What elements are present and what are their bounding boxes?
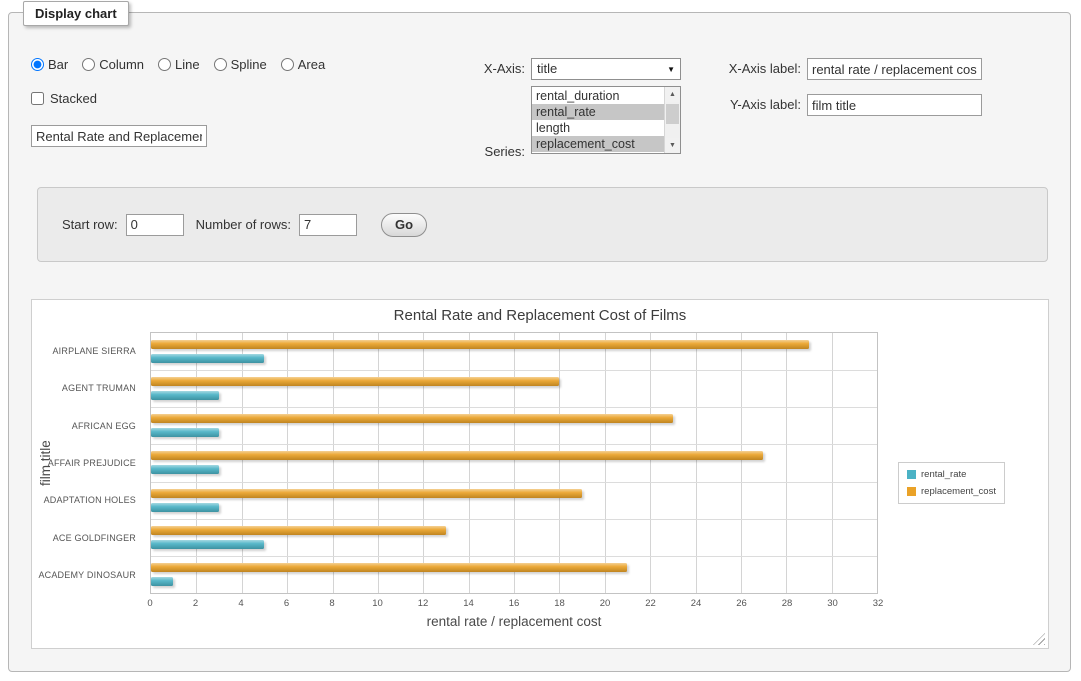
category-label: AFFAIR PREJUDICE bbox=[32, 444, 144, 481]
chart-type-option-column[interactable]: Column bbox=[82, 57, 144, 72]
chart-type-option-bar[interactable]: Bar bbox=[31, 57, 68, 72]
category-label: ACADEMY DINOSAUR bbox=[32, 557, 144, 594]
legend-swatch-icon bbox=[907, 470, 916, 479]
chart-type-radio-label: Area bbox=[298, 57, 325, 72]
category-label: ADAPTATION HOLES bbox=[32, 482, 144, 519]
bar-group bbox=[151, 407, 877, 444]
series-option-replacement_cost[interactable]: replacement_cost bbox=[532, 136, 664, 152]
x-axis-ticks: 02468101214161820222426283032 bbox=[150, 598, 878, 610]
rows-panel: Start row: Number of rows: Go bbox=[37, 187, 1048, 262]
bar-group bbox=[151, 556, 877, 593]
legend-label: replacement_cost bbox=[921, 486, 996, 497]
chart-type-radio-group: Bar Column Line Spline Area bbox=[31, 57, 325, 72]
x-tick-label: 18 bbox=[554, 598, 565, 609]
chart-title: Rental Rate and Replacement Cost of Film… bbox=[32, 307, 1048, 324]
x-tick-label: 2 bbox=[193, 598, 198, 609]
bar-replacement_cost bbox=[151, 340, 809, 349]
series-list-label: Series: bbox=[429, 141, 525, 163]
display-chart-panel: Display chart BarColumnLineSplineArea St… bbox=[8, 12, 1071, 672]
chart-type-radio-line[interactable] bbox=[158, 58, 171, 71]
plot-area bbox=[150, 332, 878, 594]
category-label: AGENT TRUMAN bbox=[32, 369, 144, 406]
bar-replacement_cost bbox=[151, 451, 763, 460]
stacked-checkbox[interactable] bbox=[31, 92, 44, 105]
number-of-rows-label: Number of rows: bbox=[196, 217, 291, 232]
chart-type-radio-label: Spline bbox=[231, 57, 267, 72]
legend-swatch-icon bbox=[907, 487, 916, 496]
bar-rental_rate bbox=[151, 540, 264, 549]
bar-rental_rate bbox=[151, 503, 219, 512]
chart-type-radio-label: Column bbox=[99, 57, 144, 72]
chart-type-radio-spline[interactable] bbox=[214, 58, 227, 71]
y-axis-label-label: Y-Axis label: bbox=[645, 94, 801, 116]
bar-rental_rate bbox=[151, 577, 173, 586]
stacked-option[interactable]: Stacked bbox=[31, 91, 97, 106]
chart-type-radio-bar[interactable] bbox=[31, 58, 44, 71]
bar-rental_rate bbox=[151, 354, 264, 363]
category-label: ACE GOLDFINGER bbox=[32, 519, 144, 556]
bar-rental_rate bbox=[151, 465, 219, 474]
bar-group bbox=[151, 333, 877, 370]
category-axis-labels: AIRPLANE SIERRAAGENT TRUMANAFRICAN EGGAF… bbox=[32, 332, 144, 594]
x-tick-label: 10 bbox=[372, 598, 383, 609]
start-row-label: Start row: bbox=[62, 217, 118, 232]
panel-title: Display chart bbox=[23, 1, 129, 26]
bar-replacement_cost bbox=[151, 489, 582, 498]
chart-type-radio-label: Line bbox=[175, 57, 200, 72]
chart-title-input[interactable] bbox=[31, 125, 207, 147]
stacked-label: Stacked bbox=[50, 91, 97, 106]
x-tick-label: 4 bbox=[238, 598, 243, 609]
x-tick-label: 14 bbox=[463, 598, 474, 609]
x-tick-label: 16 bbox=[509, 598, 520, 609]
scroll-down-icon[interactable]: ▼ bbox=[665, 138, 680, 153]
legend-item-rental_rate: rental_rate bbox=[907, 469, 996, 480]
x-tick-label: 32 bbox=[873, 598, 884, 609]
bar-replacement_cost bbox=[151, 414, 673, 423]
chart-type-option-area[interactable]: Area bbox=[281, 57, 325, 72]
bar-replacement_cost bbox=[151, 377, 559, 386]
chart-type-radio-column[interactable] bbox=[82, 58, 95, 71]
x-tick-label: 12 bbox=[418, 598, 429, 609]
bar-rental_rate bbox=[151, 428, 219, 437]
chart-type-radio-area[interactable] bbox=[281, 58, 294, 71]
x-tick-label: 24 bbox=[691, 598, 702, 609]
legend-label: rental_rate bbox=[921, 469, 966, 480]
chart-type-radio-label: Bar bbox=[48, 57, 68, 72]
x-tick-label: 20 bbox=[600, 598, 611, 609]
x-tick-label: 28 bbox=[782, 598, 793, 609]
x-axis-select-label: X-Axis: bbox=[429, 58, 525, 80]
x-axis-label-input[interactable] bbox=[807, 58, 982, 80]
x-tick-label: 26 bbox=[736, 598, 747, 609]
x-axis-label-label: X-Axis label: bbox=[645, 58, 801, 80]
chart-type-option-spline[interactable]: Spline bbox=[214, 57, 267, 72]
start-row-input[interactable] bbox=[126, 214, 184, 236]
bar-rental_rate bbox=[151, 391, 219, 400]
bar-group bbox=[151, 482, 877, 519]
series-option-length[interactable]: length bbox=[532, 120, 664, 136]
go-button[interactable]: Go bbox=[381, 213, 427, 237]
x-axis-title: rental rate / replacement cost bbox=[150, 614, 878, 629]
bar-replacement_cost bbox=[151, 563, 627, 572]
chart-type-option-line[interactable]: Line bbox=[158, 57, 200, 72]
x-tick-label: 30 bbox=[827, 598, 838, 609]
number-of-rows-input[interactable] bbox=[299, 214, 357, 236]
bar-group bbox=[151, 519, 877, 556]
category-label: AIRPLANE SIERRA bbox=[32, 332, 144, 369]
bar-group bbox=[151, 370, 877, 407]
y-axis-label-input[interactable] bbox=[807, 94, 982, 116]
x-tick-label: 6 bbox=[284, 598, 289, 609]
resize-handle-icon[interactable] bbox=[1033, 633, 1045, 645]
bar-group bbox=[151, 444, 877, 481]
bar-replacement_cost bbox=[151, 526, 446, 535]
x-tick-label: 0 bbox=[147, 598, 152, 609]
category-label: AFRICAN EGG bbox=[32, 407, 144, 444]
x-axis-selected-value: title bbox=[537, 61, 557, 76]
chart-legend: rental_rate replacement_cost bbox=[898, 462, 1005, 504]
legend-item-replacement_cost: replacement_cost bbox=[907, 486, 996, 497]
chart-container: Rental Rate and Replacement Cost of Film… bbox=[31, 299, 1049, 649]
x-tick-label: 8 bbox=[329, 598, 334, 609]
x-tick-label: 22 bbox=[645, 598, 656, 609]
